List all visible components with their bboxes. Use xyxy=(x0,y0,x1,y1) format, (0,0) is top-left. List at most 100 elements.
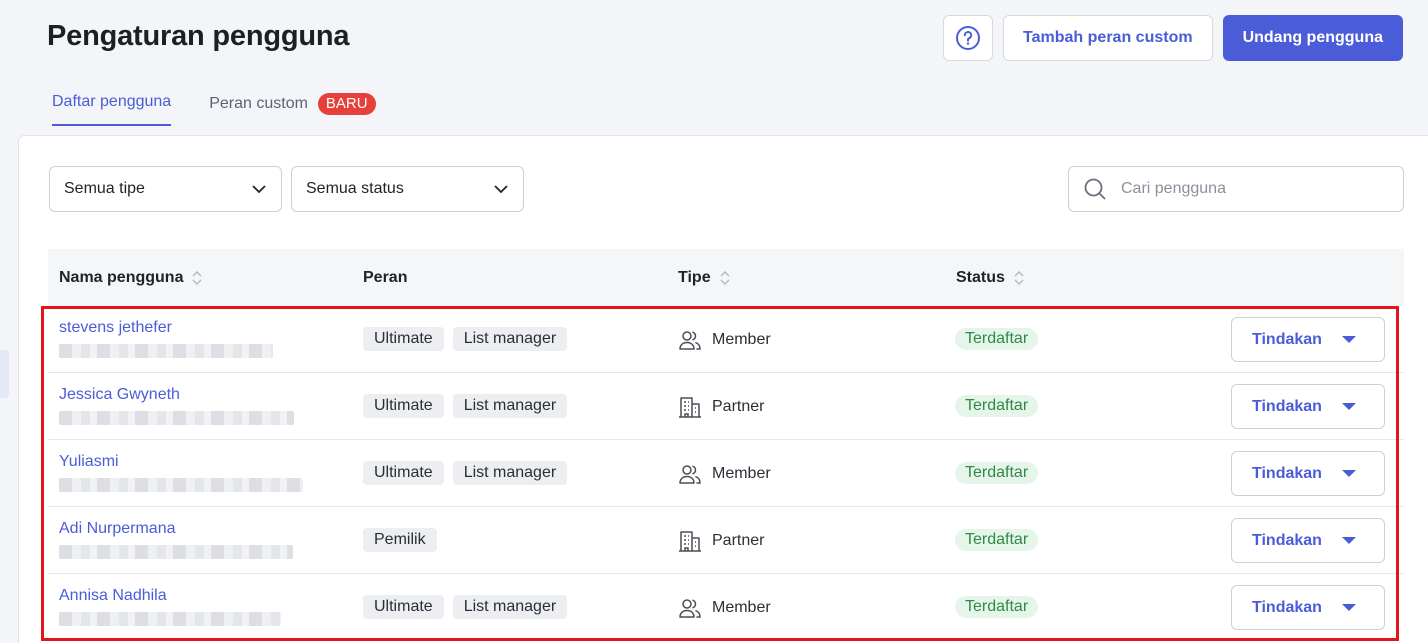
tab-label: Daftar pengguna xyxy=(52,93,172,110)
actions-dropdown-button[interactable]: Tindakan xyxy=(1231,451,1385,496)
user-type: Member xyxy=(678,328,771,352)
email-redacted xyxy=(59,344,273,358)
users-icon xyxy=(679,465,701,484)
tab-bar: Daftar pengguna Peran custom BARU xyxy=(52,93,376,128)
email-redacted xyxy=(59,411,294,425)
type-filter-value: Semua tipe xyxy=(64,180,145,197)
role-tag: List manager xyxy=(452,394,568,418)
table-row: Adi Nurpermana Pemilik Partner Terdaftar… xyxy=(48,507,1404,574)
table-body: stevens jethefer Ultimate List manager M… xyxy=(48,306,1404,641)
user-name-link[interactable]: Annisa Nadhila xyxy=(59,587,167,605)
role-tag: Ultimate xyxy=(363,461,444,485)
tab-user-list[interactable]: Daftar pengguna xyxy=(52,93,172,126)
roles: Pemilik xyxy=(363,528,437,552)
user-name-link[interactable]: Jessica Gwyneth xyxy=(59,386,180,404)
actions-label: Tindakan xyxy=(1252,531,1322,549)
caret-down-icon xyxy=(1341,604,1356,611)
chevron-down-icon xyxy=(252,185,266,194)
users-icon xyxy=(679,599,701,618)
page-title: Pengaturan pengguna xyxy=(47,20,350,52)
column-header-role: Peran xyxy=(363,269,407,287)
column-header-label: Peran xyxy=(363,268,408,286)
user-type: Member xyxy=(678,596,771,620)
status-badge: Terdaftar xyxy=(955,395,1039,417)
building-icon xyxy=(679,531,701,552)
status-badge: Terdaftar xyxy=(955,529,1039,551)
sidebar-edge xyxy=(0,350,9,398)
chevron-down-icon xyxy=(494,185,508,194)
email-redacted xyxy=(59,545,293,559)
question-circle-icon xyxy=(956,26,981,50)
role-tag: List manager xyxy=(452,461,568,485)
role-tag: List manager xyxy=(452,595,568,619)
header-actions: Tambah peran custom Undang pengguna xyxy=(943,15,1403,61)
users-icon xyxy=(679,331,701,350)
tab-custom-roles[interactable]: Peran custom BARU xyxy=(209,93,376,128)
column-header-type[interactable]: Tipe xyxy=(678,269,730,287)
caret-down-icon xyxy=(1341,336,1356,343)
tab-label: Peran custom xyxy=(209,95,308,112)
status-filter-value: Semua status xyxy=(306,180,404,197)
user-type: Partner xyxy=(678,529,764,553)
search-input[interactable] xyxy=(1121,180,1381,198)
user-type-label: Member xyxy=(712,331,771,348)
column-header-status[interactable]: Status xyxy=(956,269,1024,287)
add-custom-role-button[interactable]: Tambah peran custom xyxy=(1003,15,1213,61)
actions-dropdown-button[interactable]: Tindakan xyxy=(1231,317,1385,362)
user-type: Member xyxy=(678,462,771,486)
table-row: stevens jethefer Ultimate List manager M… xyxy=(48,306,1404,373)
actions-label: Tindakan xyxy=(1252,397,1322,415)
table-row: Annisa Nadhila Ultimate List manager Mem… xyxy=(48,574,1404,641)
roles: Ultimate List manager xyxy=(363,595,568,619)
invite-user-button[interactable]: Undang pengguna xyxy=(1222,15,1403,61)
user-name-link[interactable]: stevens jethefer xyxy=(59,319,172,337)
user-type-label: Partner xyxy=(712,532,765,549)
roles: Ultimate List manager xyxy=(363,394,568,418)
column-header-name[interactable]: Nama pengguna xyxy=(59,269,202,287)
user-type-label: Partner xyxy=(712,398,765,415)
column-header-label: Tipe xyxy=(678,268,711,286)
actions-label: Tindakan xyxy=(1252,464,1322,482)
email-redacted xyxy=(59,612,281,626)
new-badge: BARU xyxy=(317,93,376,115)
building-icon xyxy=(679,397,701,418)
column-header-label: Nama pengguna xyxy=(59,268,184,286)
column-header-label: Status xyxy=(956,268,1005,286)
actions-label: Tindakan xyxy=(1252,598,1322,616)
table-row: Jessica Gwyneth Ultimate List manager Pa… xyxy=(48,373,1404,440)
role-tag: Ultimate xyxy=(363,394,444,418)
user-name-link[interactable]: Yuliasmi xyxy=(59,453,119,471)
user-type-label: Member xyxy=(712,599,771,616)
roles: Ultimate List manager xyxy=(363,327,568,351)
role-tag: Pemilik xyxy=(363,528,437,552)
email-redacted xyxy=(59,478,303,492)
search-field[interactable] xyxy=(1068,166,1404,212)
caret-down-icon xyxy=(1341,470,1356,477)
help-button[interactable] xyxy=(943,15,994,61)
user-list-card: Semua tipe Semua status Nama pengguna Pe… xyxy=(18,135,1428,643)
type-filter-select[interactable]: Semua tipe xyxy=(49,166,282,212)
actions-dropdown-button[interactable]: Tindakan xyxy=(1231,518,1385,563)
caret-down-icon xyxy=(1341,403,1356,410)
sort-icon xyxy=(720,270,730,285)
status-badge: Terdaftar xyxy=(955,462,1039,484)
roles: Ultimate List manager xyxy=(363,461,568,485)
sort-icon xyxy=(192,270,202,285)
table-header: Nama pengguna Peran Tipe Status xyxy=(48,249,1404,306)
user-name-link[interactable]: Adi Nurpermana xyxy=(59,520,176,538)
role-tag: Ultimate xyxy=(363,327,444,351)
status-filter-select[interactable]: Semua status xyxy=(291,166,524,212)
filters: Semua tipe Semua status xyxy=(49,166,524,212)
actions-dropdown-button[interactable]: Tindakan xyxy=(1231,585,1385,630)
user-type-label: Member xyxy=(712,465,771,482)
table-row: Yuliasmi Ultimate List manager Member Te… xyxy=(48,440,1404,507)
status-badge: Terdaftar xyxy=(955,328,1039,350)
role-tag: List manager xyxy=(452,327,568,351)
actions-label: Tindakan xyxy=(1252,330,1322,348)
actions-dropdown-button[interactable]: Tindakan xyxy=(1231,384,1385,429)
search-icon xyxy=(1084,178,1106,200)
user-type: Partner xyxy=(678,395,764,419)
status-badge: Terdaftar xyxy=(955,596,1039,618)
sort-icon xyxy=(1014,270,1024,285)
role-tag: Ultimate xyxy=(363,595,444,619)
